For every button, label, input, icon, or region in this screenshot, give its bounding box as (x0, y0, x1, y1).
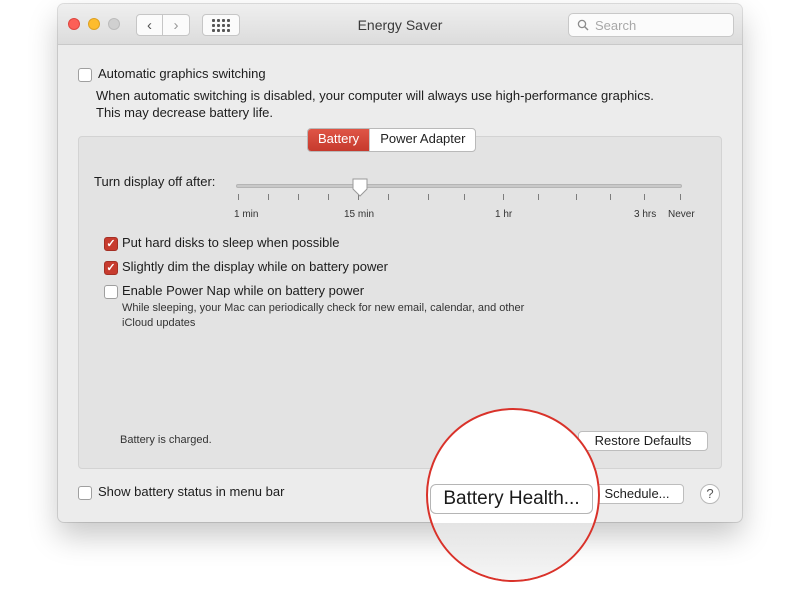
tick-label-1-hr: 1 hr (495, 209, 513, 220)
magnifying-glass-icon (577, 19, 589, 31)
show-battery-status-label: Show battery status in menu bar (98, 484, 285, 499)
schedule-button[interactable]: Schedule... (590, 484, 684, 504)
battery-status-text: Battery is charged. (120, 434, 212, 446)
display-off-label: Turn display off after: (94, 174, 216, 189)
slider-tick (464, 194, 465, 200)
graphics-description-line2: This may decrease battery life. (96, 105, 274, 120)
slider-tick (388, 194, 389, 200)
tab-power-adapter[interactable]: Power Adapter (369, 129, 475, 151)
slider-tick (610, 194, 611, 200)
restore-defaults-button[interactable]: Restore Defaults (578, 431, 708, 451)
battery-health-button[interactable]: Battery Health... (430, 484, 593, 514)
power-nap-checkbox[interactable] (104, 285, 118, 299)
slider-tick (680, 194, 681, 200)
slider-tick (644, 194, 645, 200)
tick-label-1-min: 1 min (234, 209, 259, 220)
sleep-hard-disks-label: Put hard disks to sleep when possible (122, 235, 340, 250)
automatic-graphics-switching-checkbox[interactable] (78, 68, 92, 82)
slider-tick (328, 194, 329, 200)
power-nap-label: Enable Power Nap while on battery power (122, 283, 365, 298)
tab-battery[interactable]: Battery (308, 129, 370, 151)
magnified-callout: Battery Health... (426, 408, 600, 582)
help-button[interactable]: ? (700, 484, 720, 504)
dim-display-checkbox[interactable]: ✓ (104, 261, 118, 275)
tick-label-15-min: 15 min (344, 209, 375, 220)
search-field[interactable] (568, 13, 734, 37)
slider-tick (503, 194, 504, 200)
slider-tick (298, 194, 299, 200)
dim-display-label: Slightly dim the display while on batter… (122, 259, 388, 274)
slider-tick (428, 194, 429, 200)
automatic-graphics-switching-label: Automatic graphics switching (98, 66, 266, 81)
graphics-description-line1: When automatic switching is disabled, yo… (96, 88, 654, 103)
slider-tick (538, 194, 539, 200)
sleep-hard-disks-checkbox[interactable]: ✓ (104, 237, 118, 251)
power-nap-description-line2: iCloud updates (122, 317, 196, 329)
power-source-tabs: Battery Power Adapter (307, 128, 477, 152)
tick-label-never: Never (668, 209, 695, 220)
show-battery-status-checkbox[interactable] (78, 486, 92, 500)
search-input[interactable] (593, 16, 717, 34)
slider-tick (576, 194, 577, 200)
energy-saver-window: ‹ › Energy Saver Automatic graphics swit… (58, 4, 742, 522)
tick-label-3-hrs: 3 hrs (634, 209, 657, 220)
slider-tick (238, 194, 239, 200)
power-nap-description-line1: While sleeping, your Mac can periodicall… (122, 302, 525, 314)
slider-tick (268, 194, 269, 200)
callout-window-shadow (428, 523, 598, 580)
slider-knob-icon[interactable] (351, 178, 369, 198)
display-off-slider-track[interactable] (236, 184, 682, 188)
title-bar: ‹ › Energy Saver (58, 4, 742, 45)
